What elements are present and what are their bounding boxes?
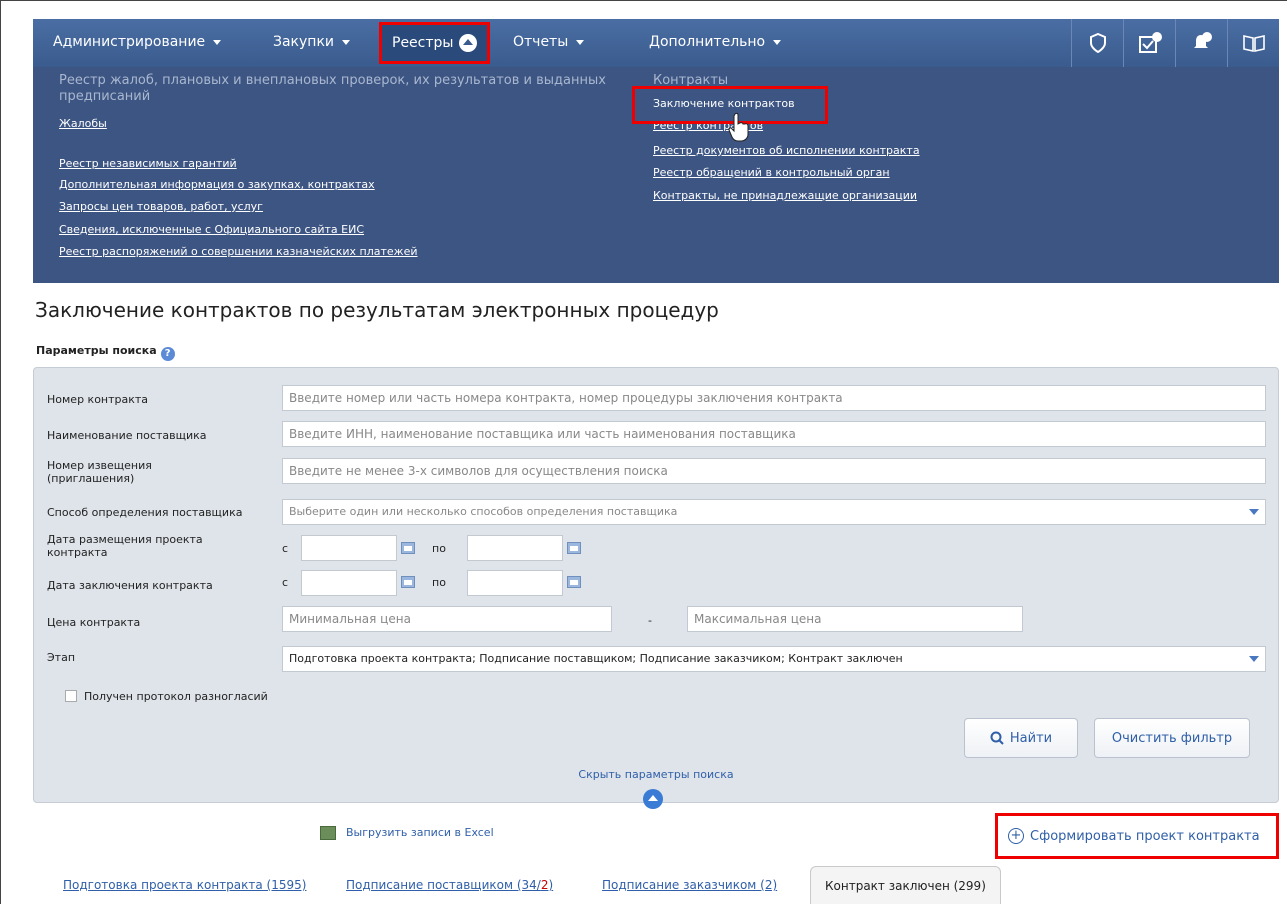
conclusion-date-from-label: с [282,576,289,589]
link-guarantees[interactable]: Реестр независимых гарантий [59,157,237,170]
calendar-check-icon[interactable] [1123,19,1175,67]
export-excel-link[interactable]: Выгрузить записи в Excel [320,826,494,840]
conclusion-date-to-label: по [432,576,446,589]
nav-label: Реестры [392,35,454,51]
price-separator: - [648,614,652,627]
search-filters: Номер контракта Введите номер или часть … [33,367,1279,809]
protocol-checkbox-label: Получен протокол разногласий [84,690,268,703]
link-additional-info[interactable]: Дополнительная информация о закупках, ко… [59,178,375,191]
top-navigation: Администрирование Закупки Реестры Отчеты… [33,19,1279,67]
link-price-requests[interactable]: Запросы цен товаров, работ, услуг [59,200,263,213]
tab-customer-signing[interactable]: Подписание заказчиком (2) [602,866,777,904]
calendar-icon[interactable] [401,576,415,588]
tab-preparation[interactable]: Подготовка проекта контракта (1595) [63,866,306,904]
max-price-input[interactable]: Максимальная цена [687,606,1023,632]
nav-administration[interactable]: Администрирование [53,31,222,53]
nav-label: Закупки [273,34,335,50]
price-label: Цена контракта [47,616,141,629]
search-icon [990,731,1004,745]
nav-reports[interactable]: Отчеты [513,31,585,53]
tab-supplier-signing-text: Подписание поставщиком (34/ [346,878,541,892]
nav-label: Отчеты [513,34,569,50]
nav-label: Дополнительно [649,34,766,50]
stage-select[interactable]: Подготовка проекта контракта; Подписание… [282,646,1266,672]
tab-supplier-signing-suffix: ) [548,878,554,892]
plus-icon: + [1008,828,1024,844]
nav-purchases[interactable]: Закупки [273,31,351,53]
chevron-down-icon [213,39,222,45]
supplier-method-label: Способ определения поставщика [47,506,243,519]
chevron-down-icon [1249,509,1259,515]
find-button[interactable]: Найти [964,718,1078,758]
status-tabs: Подготовка проекта контракта (1595) Подп… [33,866,1279,904]
chevron-down-icon [773,39,782,45]
nav-label: Администрирование [53,34,206,50]
search-params-heading: Параметры поиска? [36,344,175,361]
tab-concluded[interactable]: Контракт заключен (299) [810,866,1001,904]
tab-supplier-signing-red-count: 2 [540,878,549,892]
supplier-name-label: Наименование поставщика [47,429,207,442]
excel-icon [320,826,336,840]
chevron-down-icon [1249,656,1259,662]
tab-supplier-signing[interactable]: Подписание поставщиком (34/2) [346,866,553,904]
create-contract-label: Сформировать проект контракта [1030,828,1260,844]
link-treasury-orders[interactable]: Реестр распоряжений о совершении казначе… [59,245,418,258]
help-icon[interactable]: ? [160,347,175,361]
supplier-method-placeholder: Выберите один или несколько способов опр… [289,505,678,518]
link-complaints[interactable]: Жалобы [59,117,107,130]
link-foreign-contracts[interactable]: Контракты, не принадлежащие организации [653,189,917,202]
calendar-icon[interactable] [567,576,581,588]
collapse-icon[interactable] [643,789,663,809]
link-control-appeals[interactable]: Реестр обращений в контрольный орган [653,166,890,179]
supplier-name-input[interactable]: Введите ИНН, наименование поставщика или… [282,421,1266,447]
nav-registries[interactable]: Реестры [379,22,491,64]
calendar-icon[interactable] [567,542,581,554]
notice-number-input[interactable]: Введите не менее 3-х символов для осущес… [282,458,1266,484]
contract-number-label: Номер контракта [47,393,149,406]
draft-date-label: Дата размещения проекта контракта [47,533,203,559]
export-excel-label: Выгрузить записи в Excel [346,826,494,839]
bell-icon[interactable] [1175,19,1227,67]
chevron-down-icon [342,39,351,45]
supplier-method-select[interactable]: Выберите один или несколько способов опр… [282,499,1266,525]
link-execution-documents[interactable]: Реестр документов об исполнении контракт… [653,144,920,157]
draft-date-from-label: с [282,542,289,555]
draft-date-to-input[interactable] [467,535,563,561]
contract-number-input[interactable]: Введите номер или часть номера контракта… [282,385,1266,411]
find-button-label: Найти [1009,730,1053,746]
complaints-section-header: Реестр жалоб, плановых и внеплановых про… [59,73,606,104]
link-excluded[interactable]: Сведения, исключенные с Официального сай… [59,223,364,236]
stage-label: Этап [47,651,76,664]
book-icon[interactable] [1227,19,1279,67]
clear-filter-button[interactable]: Очистить фильтр [1094,718,1250,758]
min-price-input[interactable]: Минимальная цена [282,606,612,632]
calendar-icon[interactable] [401,542,415,554]
hide-params-link[interactable]: Скрыть параметры поиска [34,768,1278,781]
hand-cursor-icon [728,112,749,142]
create-contract-button[interactable]: + Сформировать проект контракта [995,813,1279,859]
top-icons [1071,19,1279,67]
draft-date-to-label: по [432,542,446,555]
stage-value: Подготовка проекта контракта; Подписание… [289,652,903,665]
chevron-up-icon [459,34,478,52]
conclusion-date-to-input[interactable] [467,570,563,596]
chevron-down-icon [576,39,585,45]
clear-filter-label: Очистить фильтр [1111,730,1233,746]
protocol-checkbox[interactable] [65,690,77,702]
draft-date-from-input[interactable] [301,535,397,561]
conclusion-date-label: Дата заключения контракта [47,579,213,592]
notice-number-label: Номер извещения (приглашения) [47,459,152,485]
page-title: Заключение контрактов по результатам эле… [35,298,719,322]
search-params-label: Параметры поиска [36,344,157,357]
conclusion-date-from-input[interactable] [301,570,397,596]
nav-additional[interactable]: Дополнительно [649,31,782,53]
shield-icon[interactable] [1071,19,1123,67]
